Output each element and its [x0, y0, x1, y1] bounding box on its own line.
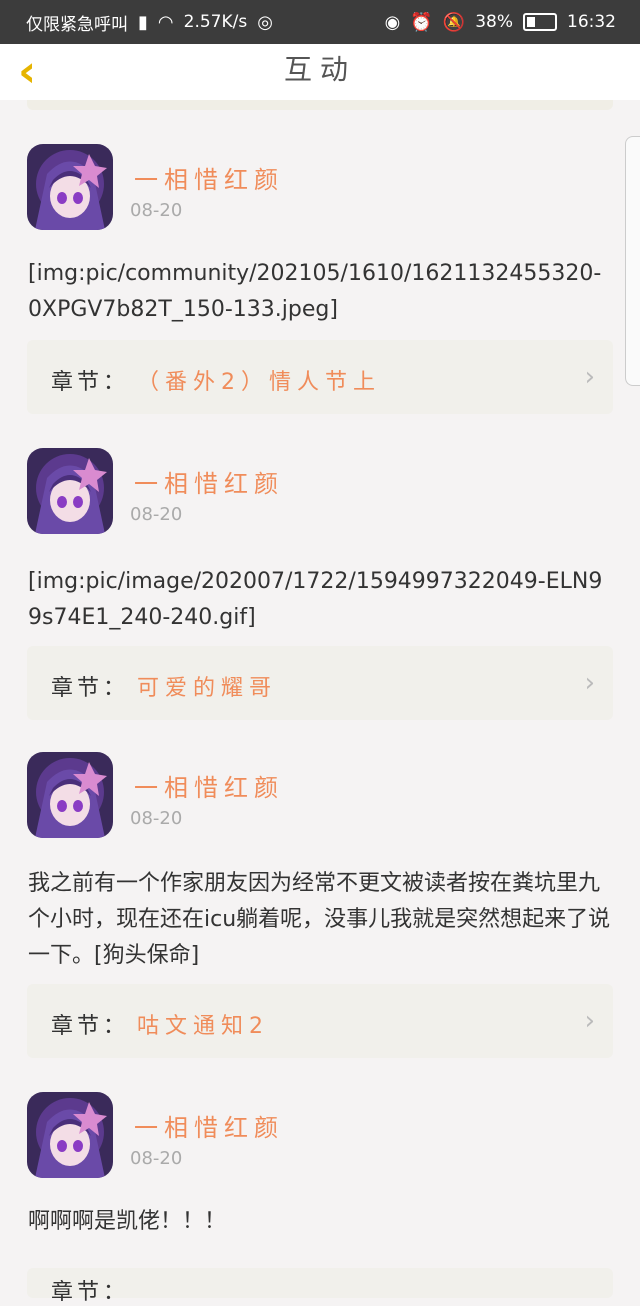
chapter-title: 可爱的耀哥 [137, 676, 278, 701]
chapter-label: 章节： [51, 676, 130, 701]
chapter-link[interactable]: 章节： 咕文通知2 › [27, 984, 613, 1058]
chevron-right-icon: › [584, 1006, 595, 1036]
network-speed: 2.57K/s [183, 12, 248, 32]
post-date: 08-20 [130, 504, 183, 525]
previous-chapter-card[interactable] [27, 100, 613, 110]
comment-text: [img:pic/community/202105/1610/162113245… [28, 261, 602, 322]
chapter-label: 章节： [51, 370, 130, 395]
chevron-right-icon: › [584, 668, 595, 698]
user-name[interactable]: 一相惜红颜 [134, 464, 284, 499]
sync-icon: ◎ [257, 11, 273, 33]
comment-text: 啊啊啊是凯佬！！！ [28, 1209, 227, 1234]
chapter-title: 咕文通知2 [137, 1014, 269, 1039]
mute-icon: 🔕 [442, 11, 466, 33]
user-name[interactable]: 一相惜红颜 [134, 1108, 284, 1143]
chapter-link[interactable]: 章节： [27, 1268, 613, 1305]
battery-icon [523, 13, 557, 31]
chevron-right-icon: › [584, 362, 595, 392]
alarm-icon: ⏰ [410, 11, 433, 33]
chapter-label: 章节： [51, 1280, 130, 1305]
post-date: 08-20 [130, 1148, 183, 1169]
chapter-title: （番外2）情人节上 [137, 370, 381, 395]
battery-percent: 38% [475, 12, 513, 32]
avatar[interactable] [27, 448, 113, 534]
user-name[interactable]: 一相惜红颜 [134, 160, 284, 195]
scrollbar[interactable] [625, 136, 640, 386]
post-date: 08-20 [130, 808, 183, 829]
avatar[interactable] [27, 752, 113, 838]
status-bar: 仅限紧急呼叫 ▮ ◠ 2.57K/s ◎ ◉ ⏰ 🔕 38% 16:32 [0, 0, 640, 44]
chapter-link[interactable]: 章节： 可爱的耀哥 › [27, 646, 613, 720]
clock: 16:32 [567, 12, 616, 32]
eye-icon: ◉ [384, 11, 401, 33]
avatar[interactable] [27, 1092, 113, 1178]
post-date: 08-20 [130, 200, 183, 221]
top-bar: ‹ 互动 [0, 44, 640, 100]
user-name[interactable]: 一相惜红颜 [134, 768, 284, 803]
wifi-icon: ◠ [157, 11, 174, 33]
avatar[interactable] [27, 144, 113, 230]
chapter-label: 章节： [51, 1014, 130, 1039]
carrier-text: 仅限紧急呼叫 [26, 14, 128, 35]
comment-text: 我之前有一个作家朋友因为经常不更文被读者按在粪坑里九个小时，现在还在icu躺着呢… [28, 871, 611, 968]
chapter-link[interactable]: 章节： （番外2）情人节上 › [27, 340, 613, 414]
page-title: 互动 [283, 53, 356, 86]
comment-text: [img:pic/image/202007/1722/1594997322049… [28, 569, 603, 630]
signal-icon: ▮ [138, 11, 148, 33]
